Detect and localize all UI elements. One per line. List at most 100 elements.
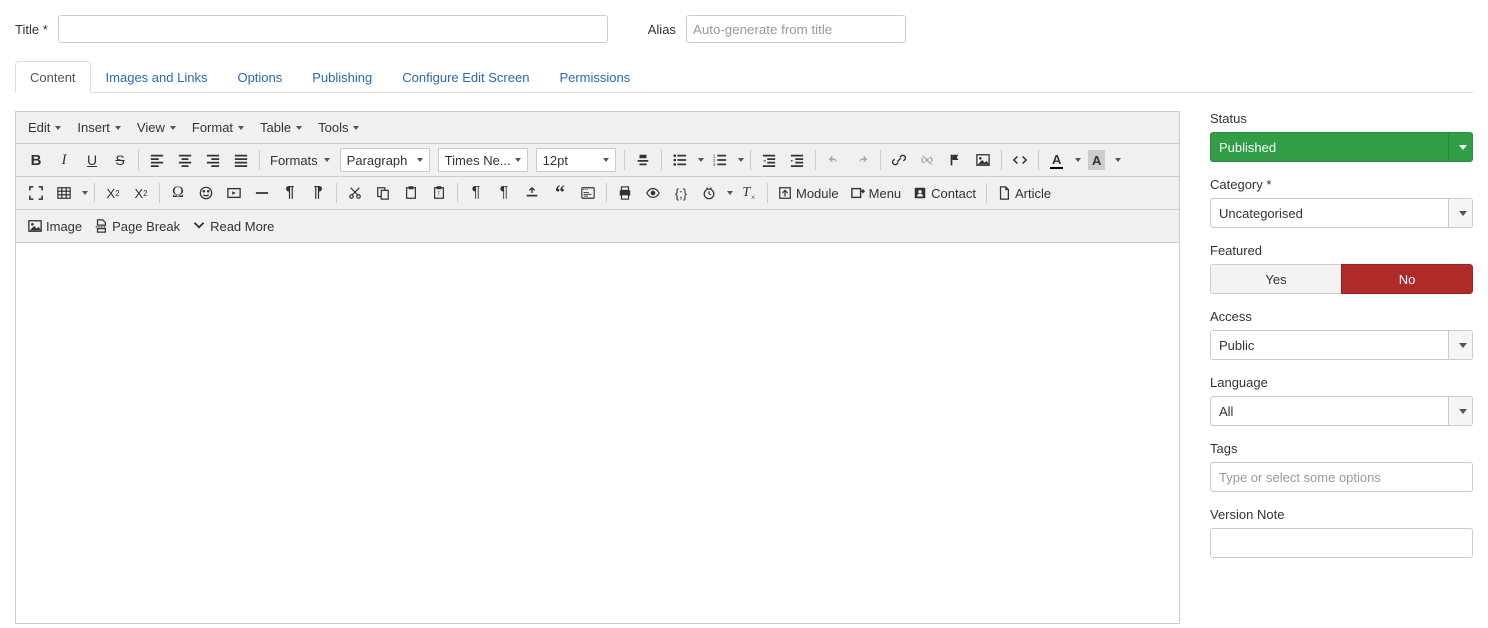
tab-bar: Content Images and Links Options Publish… — [15, 61, 1473, 93]
paste-text-button[interactable]: T — [425, 179, 453, 207]
table-caret[interactable] — [78, 179, 90, 207]
align-right-button[interactable] — [199, 146, 227, 174]
fullscreen-button[interactable] — [22, 179, 50, 207]
strikethrough-button[interactable]: S — [106, 146, 134, 174]
menu-insert[interactable]: Insert — [69, 114, 129, 141]
menu-view[interactable]: View — [129, 114, 184, 141]
source-code-button[interactable] — [1006, 146, 1034, 174]
cut-button[interactable] — [341, 179, 369, 207]
image-button[interactable]: Image — [22, 212, 88, 240]
contact-button[interactable]: Contact — [907, 179, 982, 207]
special-character-button[interactable]: Ω — [164, 179, 192, 207]
block-format-select[interactable]: Paragraph — [340, 148, 430, 172]
bg-color-button[interactable]: A — [1083, 146, 1111, 174]
rtl-button[interactable]: ¶ — [304, 179, 332, 207]
emoticons-button[interactable] — [192, 179, 220, 207]
template-button[interactable]: {;} — [667, 179, 695, 207]
align-center-button[interactable] — [171, 146, 199, 174]
caret-down-icon — [1448, 397, 1472, 425]
blockquote-button[interactable]: “ — [546, 179, 574, 207]
font-size-select[interactable]: 12pt — [536, 148, 616, 172]
undo-button[interactable] — [820, 146, 848, 174]
read-more-button[interactable]: Read More — [186, 212, 280, 240]
featured-no-button[interactable]: No — [1341, 264, 1473, 294]
unlink-button[interactable] — [913, 146, 941, 174]
text-color-caret[interactable] — [1071, 146, 1083, 174]
featured-label: Featured — [1210, 243, 1473, 258]
article-icon — [997, 186, 1011, 200]
tab-options[interactable]: Options — [222, 61, 297, 93]
align-left-button[interactable] — [143, 146, 171, 174]
editor-content[interactable] — [16, 243, 1179, 623]
category-select[interactable]: Uncategorised — [1210, 198, 1473, 228]
caret-down-icon — [115, 126, 121, 130]
tab-content[interactable]: Content — [15, 61, 91, 93]
bold-button[interactable]: B — [22, 146, 50, 174]
date-time-caret[interactable] — [723, 179, 735, 207]
tab-images-and-links[interactable]: Images and Links — [91, 61, 223, 93]
bg-color-caret[interactable] — [1111, 146, 1123, 174]
module-button[interactable]: Module — [772, 179, 845, 207]
version-note-input[interactable] — [1210, 528, 1473, 558]
superscript-button[interactable]: X2 — [127, 179, 155, 207]
indent-button[interactable] — [783, 146, 811, 174]
bullet-list-button[interactable] — [666, 146, 694, 174]
menu-tools[interactable]: Tools — [310, 114, 367, 141]
find-replace-button[interactable] — [629, 146, 657, 174]
preview-button[interactable] — [639, 179, 667, 207]
caret-down-icon — [324, 158, 330, 162]
title-input[interactable] — [58, 15, 608, 43]
text-color-button[interactable]: A — [1043, 146, 1071, 174]
language-select[interactable]: All — [1210, 396, 1473, 426]
table-button[interactable] — [50, 179, 78, 207]
date-time-button[interactable] — [695, 179, 723, 207]
hr-button[interactable] — [248, 179, 276, 207]
page-break-button[interactable]: Page Break — [88, 212, 186, 240]
paste-button[interactable] — [397, 179, 425, 207]
outdent-button[interactable] — [755, 146, 783, 174]
menu-button[interactable]: Menu — [845, 179, 908, 207]
bullet-list-caret[interactable] — [694, 146, 706, 174]
access-select[interactable]: Public — [1210, 330, 1473, 360]
featured-yes-button[interactable]: Yes — [1210, 264, 1341, 294]
formats-select[interactable]: Formats — [264, 146, 336, 174]
menu-table[interactable]: Table — [252, 114, 310, 141]
align-justify-button[interactable] — [227, 146, 255, 174]
show-invisible-button[interactable]: ¶ — [490, 179, 518, 207]
article-button[interactable]: Article — [991, 179, 1057, 207]
italic-button[interactable]: I — [50, 146, 78, 174]
caret-down-icon — [55, 126, 61, 130]
subscript-button[interactable]: X2 — [99, 179, 127, 207]
tags-input[interactable] — [1210, 462, 1473, 492]
alias-input[interactable] — [686, 15, 906, 43]
caret-down-icon — [238, 126, 244, 130]
anchor-button[interactable] — [941, 146, 969, 174]
caret-down-icon — [1448, 133, 1472, 161]
clear-formatting-button[interactable]: T× — [735, 179, 763, 207]
font-family-select[interactable]: Times Ne... — [438, 148, 528, 172]
media-button[interactable] — [220, 179, 248, 207]
tab-permissions[interactable]: Permissions — [544, 61, 645, 93]
print-button[interactable] — [611, 179, 639, 207]
link-button[interactable] — [885, 146, 913, 174]
module-icon — [778, 186, 792, 200]
insert-image-button[interactable] — [969, 146, 997, 174]
category-label: Category * — [1210, 177, 1473, 192]
show-blocks-button[interactable]: ¶ — [462, 179, 490, 207]
code-sample-button[interactable] — [574, 179, 602, 207]
numbered-list-caret[interactable] — [734, 146, 746, 174]
title-label: Title * — [15, 22, 48, 37]
tab-configure-edit-screen[interactable]: Configure Edit Screen — [387, 61, 544, 93]
image-icon — [28, 219, 42, 233]
copy-button[interactable] — [369, 179, 397, 207]
underline-button[interactable]: U — [78, 146, 106, 174]
tab-publishing[interactable]: Publishing — [297, 61, 387, 93]
numbered-list-button[interactable]: 123 — [706, 146, 734, 174]
redo-button[interactable] — [848, 146, 876, 174]
menu-format[interactable]: Format — [184, 114, 252, 141]
nonbreaking-button[interactable] — [518, 179, 546, 207]
version-note-label: Version Note — [1210, 507, 1473, 522]
menu-edit[interactable]: Edit — [20, 114, 69, 141]
ltr-button[interactable]: ¶ — [276, 179, 304, 207]
status-select[interactable]: Published — [1210, 132, 1473, 162]
